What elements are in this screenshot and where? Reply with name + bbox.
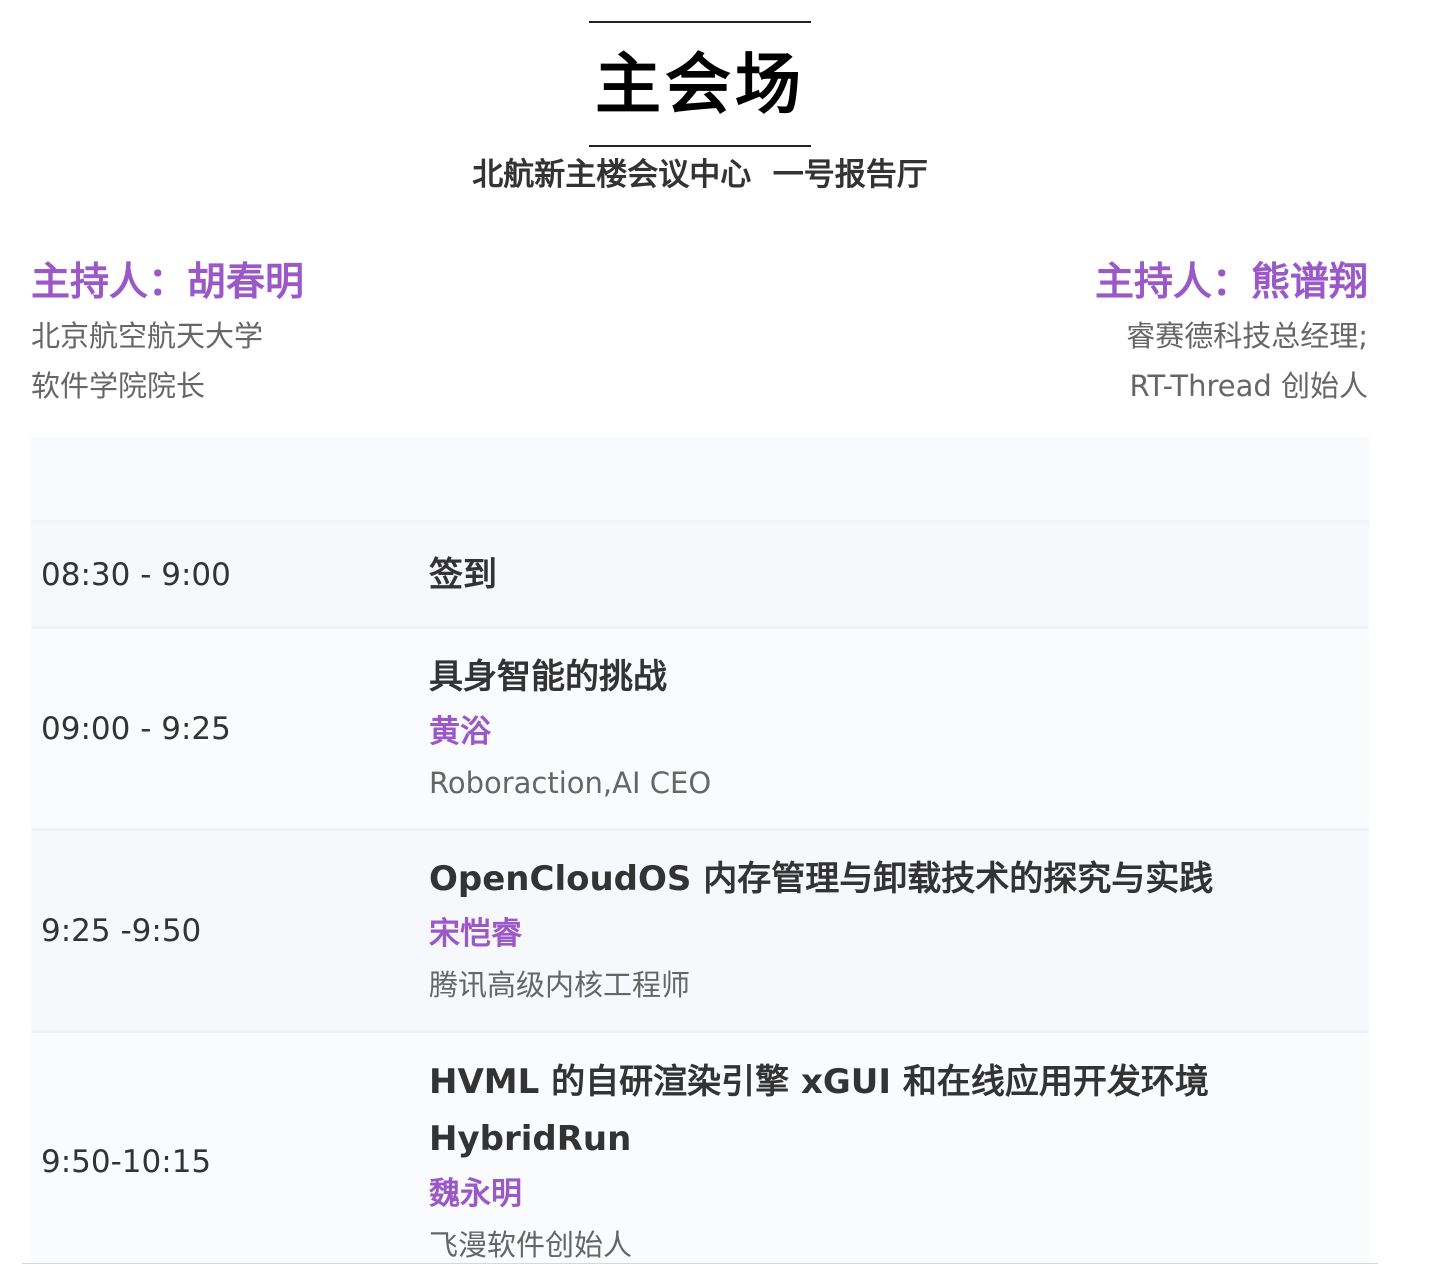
schedule-time: 9:25 -9:50 xyxy=(41,912,202,949)
schedule-time: 08:30 - 9:00 xyxy=(41,557,231,593)
speaker-affiliation: 飞漫软件创始人 xyxy=(429,1227,633,1262)
talk-title: HVML 的自研渲染引擎 xGUI 和在线应用开发环境 HybridRun xyxy=(429,1061,1209,1159)
talk-title: OpenCloudOS 内存管理与卸载技术的探究与实践 xyxy=(429,859,1214,899)
schedule-content: HVML 的自研渲染引擎 xGUI 和在线应用开发环境 HybridRun 魏永… xyxy=(429,1054,1369,1264)
host-right-name: 主持人：熊谱翔 xyxy=(1094,260,1368,305)
schedule-content: OpenCloudOS 内存管理与卸载技术的探究与实践 宋恺睿 腾讯高级内核工程… xyxy=(429,851,1369,1010)
schedule-content: 具身智能的挑战 黄浴 Roboraction,AI CEO xyxy=(429,649,1369,808)
speaker-affiliation: 腾讯高级内核工程师 xyxy=(429,968,691,1002)
page-title: 主会场 xyxy=(595,46,805,123)
schedule-time: 9:50-10:15 xyxy=(41,1143,212,1180)
host-right-line-1: 睿赛德科技总经理; xyxy=(1126,319,1368,353)
schedule-table: 08:30 - 9:00 签到 09:00 - 9:25 具身智能的挑战 黄浴 … xyxy=(31,437,1369,1263)
schedule-row-talk-3: 9:50-10:15 HVML 的自研渲染引擎 xGUI 和在线应用开发环境 H… xyxy=(31,1030,1369,1263)
host-left-line-1: 北京航空航天大学 xyxy=(31,319,264,353)
speaker-name: 黄浴 xyxy=(429,714,491,750)
speaker-name: 魏永明 xyxy=(429,1175,522,1212)
schedule-row-talk-1: 09:00 - 9:25 具身智能的挑战 黄浴 Roboraction,AI C… xyxy=(31,626,1369,828)
host-left: 主持人：胡春明 北京航空航天大学 软件学院院长 xyxy=(31,255,304,411)
schedule-row-talk-2: 9:25 -9:50 OpenCloudOS 内存管理与卸载技术的探究与实践 宋… xyxy=(31,828,1369,1030)
talk-title: 具身智能的挑战 xyxy=(429,657,667,697)
host-right-line-2: RT-Thread 创始人 xyxy=(1129,369,1368,403)
venue-text: 北航新主楼会议中心 一号报告厅 xyxy=(472,157,928,193)
host-right: 主持人：熊谱翔 睿赛德科技总经理; RT-Thread 创始人 xyxy=(1095,255,1368,411)
talk-title: 签到 xyxy=(429,554,497,595)
host-left-name: 主持人：胡春明 xyxy=(31,260,305,305)
bottom-divider xyxy=(22,1263,1378,1264)
schedule-content: 签到 xyxy=(429,547,1369,604)
speaker-affiliation: Roboraction,AI CEO xyxy=(429,766,712,800)
schedule-time: 09:00 - 9:25 xyxy=(41,710,231,747)
schedule-row-checkin: 08:30 - 9:00 签到 xyxy=(31,524,1369,626)
schedule-header xyxy=(31,437,1369,524)
title-line-bottom xyxy=(589,145,811,147)
speaker-name: 宋恺睿 xyxy=(429,916,522,952)
host-left-line-2: 软件学院院长 xyxy=(31,369,206,403)
title-line-top xyxy=(589,21,811,23)
